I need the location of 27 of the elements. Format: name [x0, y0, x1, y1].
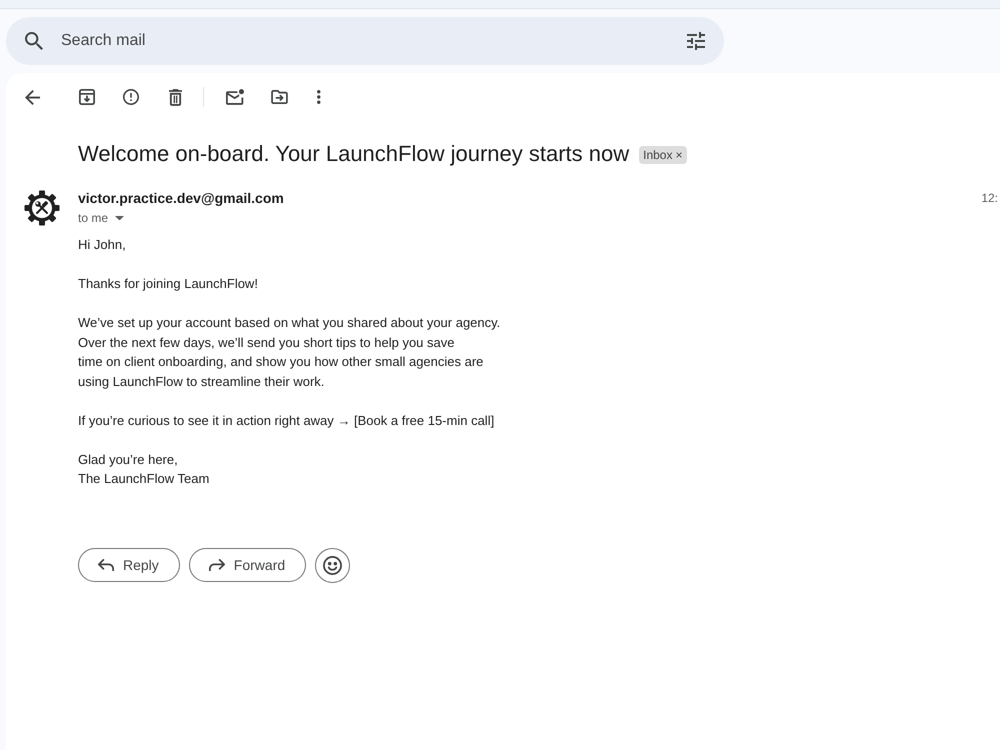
smiley-icon: [323, 556, 342, 574]
email-paragraph: Hi John,: [78, 236, 126, 254]
email-subject: Welcome on-board. Your LaunchFlow journey starts now: [78, 140, 630, 168]
email-paragraph: If you’re curious to see it in action right away → [Book a free 15-min call]: [78, 412, 494, 430]
reply-button[interactable]: Reply: [78, 548, 180, 582]
sender-address: victor.practice.dev@gmail.com: [78, 189, 284, 208]
label-text: Inbox: [643, 147, 672, 163]
curved-arrow-right-icon: [208, 558, 225, 572]
email-paragraph: Thanks for joining LaunchFlow!: [78, 275, 258, 293]
arrow-left-icon: [24, 90, 40, 104]
search-input[interactable]: Search mail: [54, 21, 668, 61]
gear-avatar-icon: [24, 190, 60, 226]
email-paragraph: We’ve set up your account based on what you shared about your agency. Over the next few days, we’ll send you short tips to help you save time on client onboarding, and show you how other small agencies are using LaunchFlow to streamline their work.: [78, 314, 500, 391]
sliders-icon: [687, 32, 705, 50]
caret-down-icon: [115, 216, 124, 220]
message-time: 12:: [981, 190, 998, 207]
remove-label-button[interactable]: ×: [675, 147, 682, 163]
email-paragraph: Glad you’re here, The LaunchFlow Team: [78, 450, 210, 488]
folder-arrow-icon: [270, 90, 288, 104]
search-icon: [25, 32, 43, 50]
search-field[interactable]: Search mail: [6, 17, 724, 65]
curved-arrow-left-icon: [98, 558, 114, 572]
forward-button[interactable]: Forward: [188, 548, 306, 582]
emoji-reaction-button[interactable]: [315, 548, 350, 582]
dots-vertical-icon: [317, 90, 321, 104]
trash-icon: [168, 88, 182, 106]
recipients-dropdown[interactable]: to me: [78, 210, 124, 226]
